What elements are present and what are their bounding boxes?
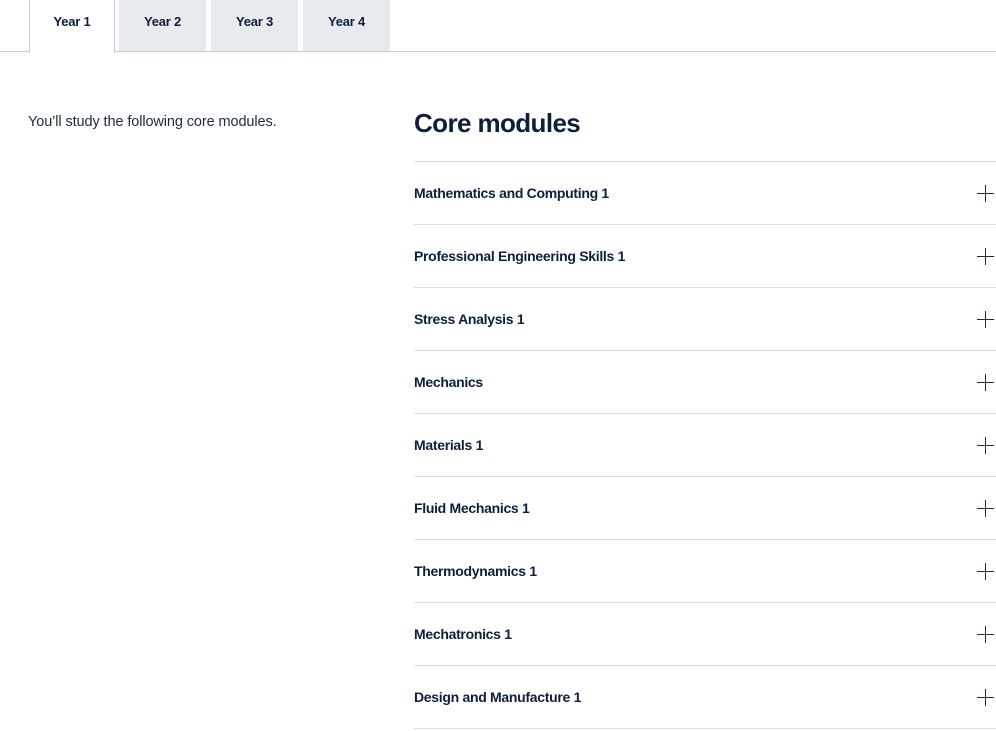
plus-icon[interactable] [977, 436, 994, 454]
tab-year-4[interactable]: Year 4 [303, 0, 390, 51]
plus-icon[interactable] [977, 373, 994, 391]
tab-year-1[interactable]: Year 1 [29, 0, 115, 53]
intro-text: You’ll study the following core modules. [28, 114, 277, 130]
module-item-professional-engineering-skills-1[interactable]: Professional Engineering Skills 1 [414, 225, 996, 288]
tab-label: Year 4 [327, 14, 366, 29]
module-label: Stress Analysis 1 [414, 311, 525, 327]
module-label: Mechatronics 1 [414, 626, 512, 642]
module-item-fluid-mechanics-1[interactable]: Fluid Mechanics 1 [414, 477, 996, 540]
tab-year-2[interactable]: Year 2 [119, 0, 206, 51]
module-label: Fluid Mechanics 1 [414, 500, 530, 516]
module-label: Thermodynamics 1 [414, 563, 537, 579]
module-list: Mathematics and Computing 1 Professional… [414, 161, 996, 729]
plus-icon[interactable] [977, 688, 994, 706]
plus-icon[interactable] [977, 625, 994, 643]
module-item-mathematics-and-computing-1[interactable]: Mathematics and Computing 1 [414, 162, 996, 225]
tab-label: Year 1 [53, 14, 91, 29]
plus-icon[interactable] [977, 247, 994, 265]
page: Year 1 Year 2 Year 3 Year 4 You’ll study… [0, 0, 996, 731]
module-item-stress-analysis-1[interactable]: Stress Analysis 1 [414, 288, 996, 351]
plus-icon[interactable] [977, 184, 994, 202]
module-label: Professional Engineering Skills 1 [414, 248, 626, 264]
module-item-design-and-manufacture-1[interactable]: Design and Manufacture 1 [414, 666, 996, 729]
tab-year-3[interactable]: Year 3 [211, 0, 298, 51]
module-label: Materials 1 [414, 437, 484, 453]
plus-icon[interactable] [977, 499, 994, 517]
module-label: Mechanics [414, 374, 483, 390]
module-label: Design and Manufacture 1 [414, 689, 582, 705]
core-modules-section: Core modules Mathematics and Computing 1… [414, 106, 996, 729]
module-item-materials-1[interactable]: Materials 1 [414, 414, 996, 477]
plus-icon[interactable] [977, 310, 994, 328]
module-label: Mathematics and Computing 1 [414, 185, 609, 201]
section-title: Core modules [414, 108, 581, 138]
module-item-mechatronics-1[interactable]: Mechatronics 1 [414, 603, 996, 666]
module-item-thermodynamics-1[interactable]: Thermodynamics 1 [414, 540, 996, 603]
tab-label: Year 2 [143, 14, 182, 29]
year-tabs: Year 1 Year 2 Year 3 Year 4 [0, 0, 996, 53]
tab-label: Year 3 [235, 14, 274, 29]
module-item-mechanics[interactable]: Mechanics [414, 351, 996, 414]
plus-icon[interactable] [977, 562, 994, 580]
